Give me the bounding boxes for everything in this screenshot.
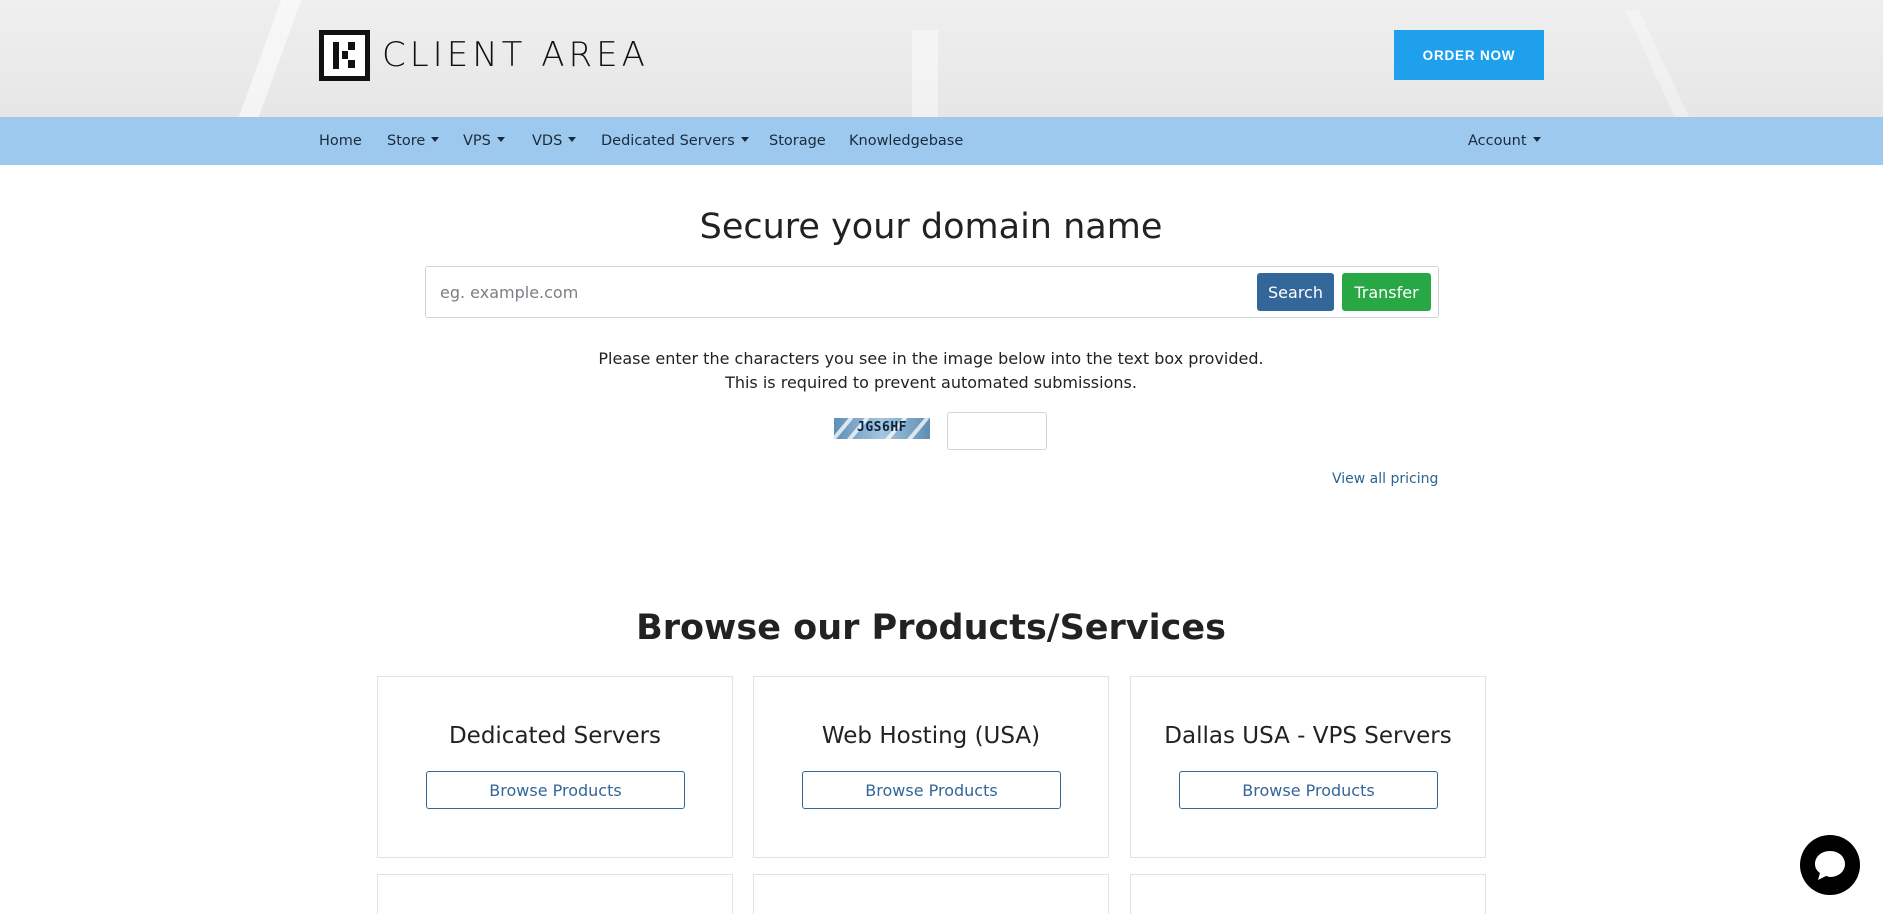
logo-text: CLIENT AREA bbox=[382, 35, 649, 75]
product-card-dallas-vps: Dallas USA - VPS Servers Browse Products bbox=[1130, 676, 1486, 858]
caret-down-icon bbox=[431, 136, 440, 142]
domain-search-form: Search Transfer bbox=[425, 266, 1439, 318]
nav-item-knowledgebase[interactable]: Knowledgebase bbox=[849, 117, 963, 165]
captcha-image: JGS6HF bbox=[834, 418, 930, 439]
product-card-title: Dedicated Servers bbox=[448, 723, 662, 749]
nav-item-label: Dedicated Servers bbox=[601, 133, 735, 149]
view-all-pricing-link[interactable]: View all pricing bbox=[1332, 471, 1438, 487]
product-card-web-hosting: Web Hosting (USA) Browse Products bbox=[753, 676, 1109, 858]
captcha-instructions: Please enter the characters you see in t… bbox=[598, 349, 1264, 392]
product-card-title: Web Hosting (USA) bbox=[821, 723, 1041, 749]
browse-products-button[interactable]: Browse Products bbox=[1179, 771, 1438, 809]
nav-item-label: Store bbox=[387, 133, 426, 149]
background-decoration bbox=[238, 0, 302, 117]
nav-item-label: VPS bbox=[463, 133, 491, 149]
search-button[interactable]: Search bbox=[1257, 273, 1334, 311]
captcha-code: JGS6HF bbox=[857, 420, 907, 435]
nav-item-label: VDS bbox=[532, 133, 563, 149]
caret-down-icon bbox=[740, 136, 749, 142]
nav-item-vps[interactable]: VPS bbox=[463, 117, 505, 165]
nav-item-home[interactable]: Home bbox=[319, 117, 362, 165]
nav-item-label: Knowledgebase bbox=[849, 133, 964, 149]
background-decoration bbox=[912, 30, 938, 117]
background-decoration bbox=[1625, 10, 1689, 117]
product-card-dedicated-servers: Dedicated Servers Browse Products bbox=[377, 676, 733, 858]
product-card bbox=[377, 874, 733, 914]
domain-search-input[interactable] bbox=[440, 275, 1240, 309]
domain-search-title: Secure your domain name bbox=[699, 207, 1163, 247]
site-header: CLIENT AREA ORDER NOW bbox=[0, 0, 1883, 117]
logo-mark-icon bbox=[319, 29, 370, 81]
product-card-title: Dallas USA - VPS Servers bbox=[1164, 723, 1452, 749]
order-now-button[interactable]: ORDER NOW bbox=[1394, 30, 1544, 80]
chat-widget-button[interactable] bbox=[1800, 835, 1860, 895]
nav-item-label: Account bbox=[1468, 133, 1527, 149]
main-navbar: Home Store VPS VDS Dedicated Servers Sto… bbox=[0, 117, 1883, 165]
nav-item-vds[interactable]: VDS bbox=[532, 117, 577, 165]
nav-item-label: Storage bbox=[769, 133, 826, 149]
transfer-button[interactable]: Transfer bbox=[1342, 273, 1431, 311]
site-logo[interactable]: CLIENT AREA bbox=[319, 29, 649, 81]
nav-item-dedicated-servers[interactable]: Dedicated Servers bbox=[601, 117, 749, 165]
product-card bbox=[753, 874, 1109, 914]
caret-down-icon bbox=[1532, 136, 1541, 142]
nav-item-storage[interactable]: Storage bbox=[769, 117, 826, 165]
browse-products-button[interactable]: Browse Products bbox=[802, 771, 1061, 809]
chat-bubble-icon bbox=[1815, 851, 1845, 880]
nav-item-label: Home bbox=[319, 133, 362, 149]
browse-products-button[interactable]: Browse Products bbox=[426, 771, 685, 809]
browse-products-title: Browse our Products/Services bbox=[636, 608, 1226, 648]
nav-item-account[interactable]: Account bbox=[1468, 117, 1541, 165]
nav-item-store[interactable]: Store bbox=[387, 117, 440, 165]
product-card bbox=[1130, 874, 1486, 914]
caret-down-icon bbox=[568, 136, 577, 142]
captcha-input[interactable] bbox=[947, 412, 1047, 450]
caret-down-icon bbox=[496, 136, 505, 142]
